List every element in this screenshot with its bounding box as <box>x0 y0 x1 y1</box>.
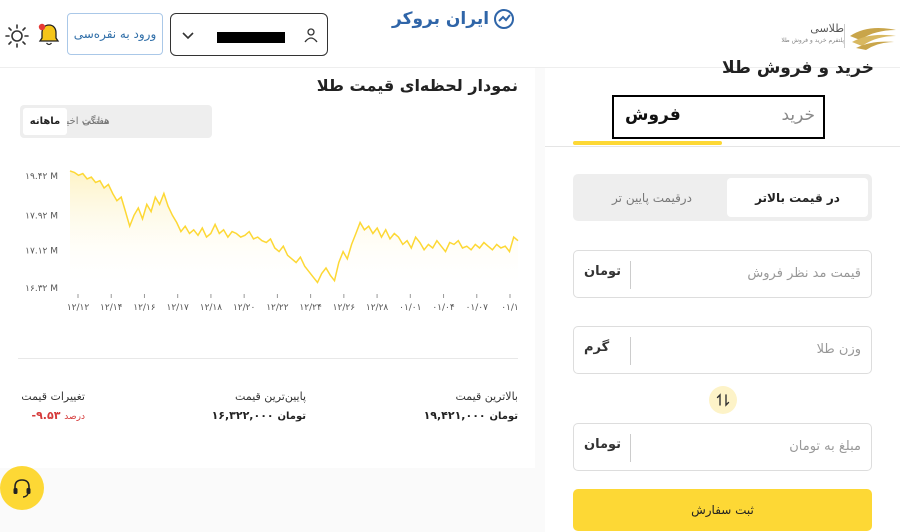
buy-sell-tabs: خرید فروش <box>612 95 825 139</box>
chart-panel: نمودار لحظه‌ای قیمت طلا ۲۴ ساعت اخیر هفت… <box>0 68 535 468</box>
x-tick-label: ۱۲/۱۴ <box>100 303 123 313</box>
logo-title: طلاسی <box>810 22 844 35</box>
max-unit: تومان <box>489 411 518 422</box>
brand-link[interactable]: ایران بروکر <box>392 6 515 32</box>
amount-field[interactable]: مبلغ به تومان تومان <box>573 423 872 471</box>
tabs-divider <box>545 146 900 147</box>
period-tabs: ۲۴ ساعت اخیر هفتگی ماهانه <box>20 105 212 138</box>
stat-change-label: تغییرات قیمت <box>21 390 85 403</box>
tab-buy[interactable]: خرید <box>781 105 815 125</box>
swap-button[interactable] <box>709 386 737 414</box>
x-tick-label: ۱۲/۱۶ <box>133 303 156 313</box>
stat-min-label: پایین‌ترین قیمت <box>235 390 306 403</box>
login-button[interactable]: ورود به نقره‌سی <box>67 13 163 55</box>
unit-separator <box>630 434 631 462</box>
stat-max-value: ۱۹,۴۲۱,۰۰۰ تومان <box>424 409 518 422</box>
unit-separator <box>630 337 631 365</box>
chevron-down-icon <box>182 32 194 40</box>
stats-divider <box>18 358 518 359</box>
logo-subtitle: پلتفرم خرید و فروش طلا <box>781 37 844 44</box>
support-button[interactable] <box>0 466 44 510</box>
price-field[interactable]: قیمت مد نظر فروش تومان <box>573 250 872 298</box>
min-value: ۱۶,۳۲۲,۰۰۰ <box>211 409 274 422</box>
y-tick-label: ۱۹.۴۲ M <box>25 172 58 182</box>
bell-icon[interactable] <box>37 22 61 48</box>
price-placeholder: قیمت مد نظر فروش <box>747 266 861 281</box>
headset-icon <box>13 479 31 498</box>
price-unit: تومان <box>584 264 622 279</box>
user-icon <box>304 28 318 43</box>
stat-min-value: ۱۶,۳۲۲,۰۰۰ تومان <box>212 409 306 422</box>
chart-title: نمودار لحظه‌ای قیمت طلا <box>316 76 518 95</box>
mode-lower-price[interactable]: درقیمت پایین تر <box>577 178 727 217</box>
x-tick-label: ۱۲/۲۸ <box>366 303 389 313</box>
min-unit: تومان <box>277 411 306 422</box>
stat-max-label: بالاترین قیمت <box>455 390 519 403</box>
sun-icon[interactable] <box>5 24 29 48</box>
tab-sell[interactable]: فروش <box>625 105 681 125</box>
trade-title: خرید و فروش طلا <box>721 58 874 78</box>
logo-divider <box>844 24 845 48</box>
x-tick-label: ۰۱/۱ <box>501 303 519 313</box>
account-selector[interactable] <box>170 13 328 56</box>
x-tick-label: ۰۱/۰۱ <box>399 303 421 313</box>
tab-monthly[interactable]: ماهانه <box>23 108 67 135</box>
stat-max: بالاترین قیمت ۱۹,۴۲۱,۰۰۰ تومان <box>424 390 518 422</box>
change-value: -۹.۵۳ <box>31 409 61 422</box>
stat-min: پایین‌ترین قیمت ۱۶,۳۲۲,۰۰۰ تومان <box>212 390 306 422</box>
tab-weekly[interactable]: هفتگی <box>67 108 125 135</box>
y-tick-label: ۱۷.۹۲ M <box>25 212 58 222</box>
stat-change-value: -۹.۵۳ درصد <box>21 409 85 422</box>
logo-icon <box>850 28 896 50</box>
change-unit: درصد <box>64 412 85 422</box>
x-tick-label: ۱۲/۱۸ <box>200 303 223 313</box>
x-tick-label: ۱۲/۲۲ <box>266 303 289 313</box>
site-logo[interactable]: طلاسی پلتفرم خرید و فروش طلا <box>781 22 898 50</box>
submit-order-button[interactable]: ثبت سفارش <box>573 489 872 531</box>
price-area-fill <box>70 170 518 288</box>
stat-change: تغییرات قیمت -۹.۵۳ درصد <box>21 390 85 422</box>
x-tick-label: ۰۱/۰۴ <box>432 303 455 313</box>
brand-icon <box>494 9 515 29</box>
weight-placeholder: وزن طلا <box>816 342 861 357</box>
swap-icon <box>716 393 730 407</box>
x-tick-label: ۱۲/۲۰ <box>233 303 255 313</box>
mode-higher-price[interactable]: در قیمت بالاتر <box>727 178 868 217</box>
active-tab-indicator <box>573 141 722 145</box>
redacted-phone <box>217 32 285 43</box>
amount-unit: تومان <box>584 437 622 452</box>
x-tick-label: ۱۲/۲۴ <box>299 303 322 313</box>
x-tick-label: ۱۲/۲۶ <box>333 303 356 313</box>
weight-unit: گرم <box>584 340 610 355</box>
weight-field[interactable]: وزن طلا گرم <box>573 326 872 374</box>
price-mode-toggle: در قیمت بالاتر درقیمت پایین تر <box>573 174 872 221</box>
y-tick-label: ۱۶.۳۲ M <box>25 284 58 294</box>
x-tick-label: ۱۲/۱۲ <box>67 303 90 313</box>
max-value: ۱۹,۴۲۱,۰۰۰ <box>423 409 486 422</box>
price-chart: ۱۹.۴۲ M ۱۷.۹۲ M ۱۷.۱۲ M ۱۶.۳۲ M ۱۲/۱۲ ۱۲/۱۴ ۱۲… <box>25 170 519 313</box>
unit-separator <box>630 261 631 289</box>
y-tick-label: ۱۷.۱۲ M <box>25 247 58 257</box>
x-tick-label: ۰۱/۰۷ <box>466 303 489 313</box>
brand-name: ایران بروکر <box>392 9 490 29</box>
trade-panel: خرید و فروش طلا خرید فروش در قیمت بالاتر… <box>545 58 900 532</box>
amount-placeholder: مبلغ به تومان <box>789 439 861 454</box>
page: ورود به نقره‌سی ایران بروکر طلاسی پلتفرم… <box>0 0 900 532</box>
x-tick-label: ۱۲/۱۷ <box>167 303 190 313</box>
